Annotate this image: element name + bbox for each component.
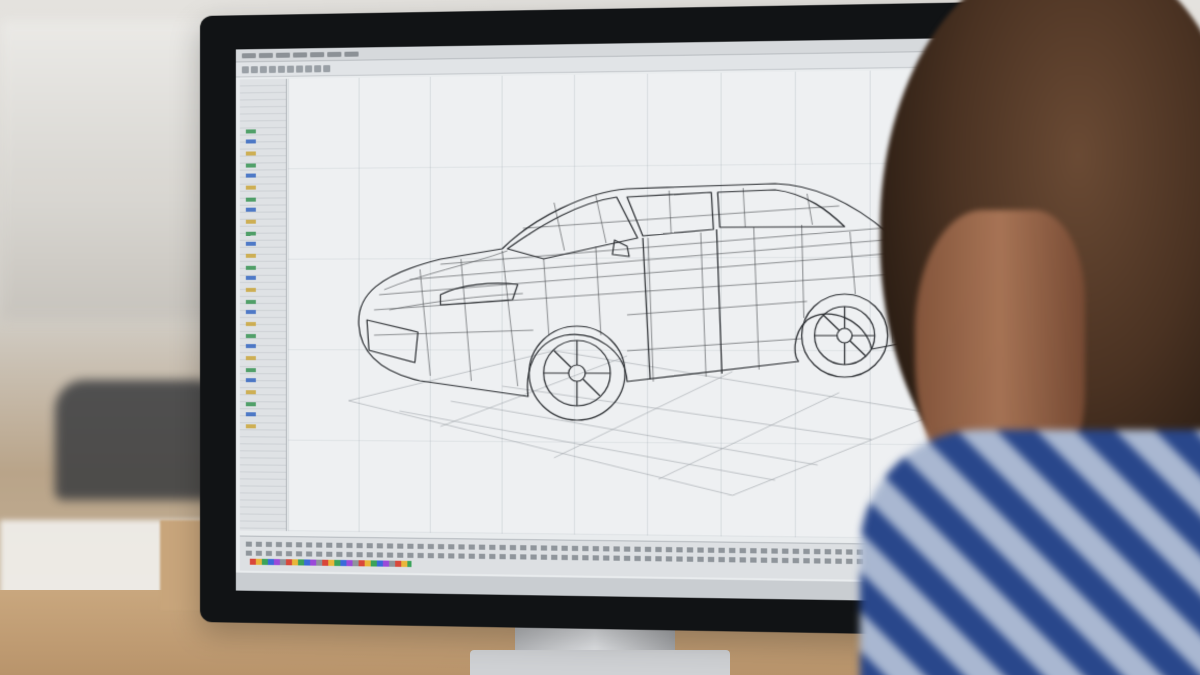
tool-icon[interactable] [305, 64, 313, 72]
photo-scene [0, 0, 1200, 675]
tool-icon[interactable] [268, 65, 276, 73]
menu-item[interactable] [327, 51, 342, 57]
3d-viewport[interactable] [287, 69, 980, 540]
background-shelf [0, 20, 230, 320]
menu-item[interactable] [258, 52, 273, 58]
tool-palette[interactable] [239, 78, 287, 532]
car-mesh [374, 187, 909, 388]
car-wheel-front [529, 326, 625, 420]
car-door-line [643, 229, 722, 379]
tool-icon[interactable] [277, 65, 285, 73]
car-grille [367, 320, 418, 363]
ground-grid [349, 350, 937, 497]
tool-icon[interactable] [250, 65, 258, 73]
tool-icon[interactable] [286, 65, 294, 73]
car-side-window-rear [718, 189, 845, 227]
color-swatch-strip[interactable] [249, 558, 412, 568]
tool-icon[interactable] [241, 65, 249, 73]
tool-icon[interactable] [314, 64, 322, 72]
wireframe-car-model [288, 69, 980, 539]
monitor-stand-base [470, 650, 730, 675]
menu-item[interactable] [241, 52, 256, 58]
menu-item[interactable] [344, 51, 359, 57]
tool-icon[interactable] [323, 64, 331, 72]
car-wheel-rear [802, 294, 888, 377]
tool-icon[interactable] [259, 65, 267, 73]
tool-icon[interactable] [296, 64, 304, 73]
menu-item[interactable] [310, 51, 325, 57]
tool-palette-icon [245, 129, 256, 431]
menu-item[interactable] [275, 52, 290, 58]
car-body [359, 183, 917, 399]
menu-item[interactable] [292, 51, 308, 58]
person-shirt [860, 430, 1200, 675]
